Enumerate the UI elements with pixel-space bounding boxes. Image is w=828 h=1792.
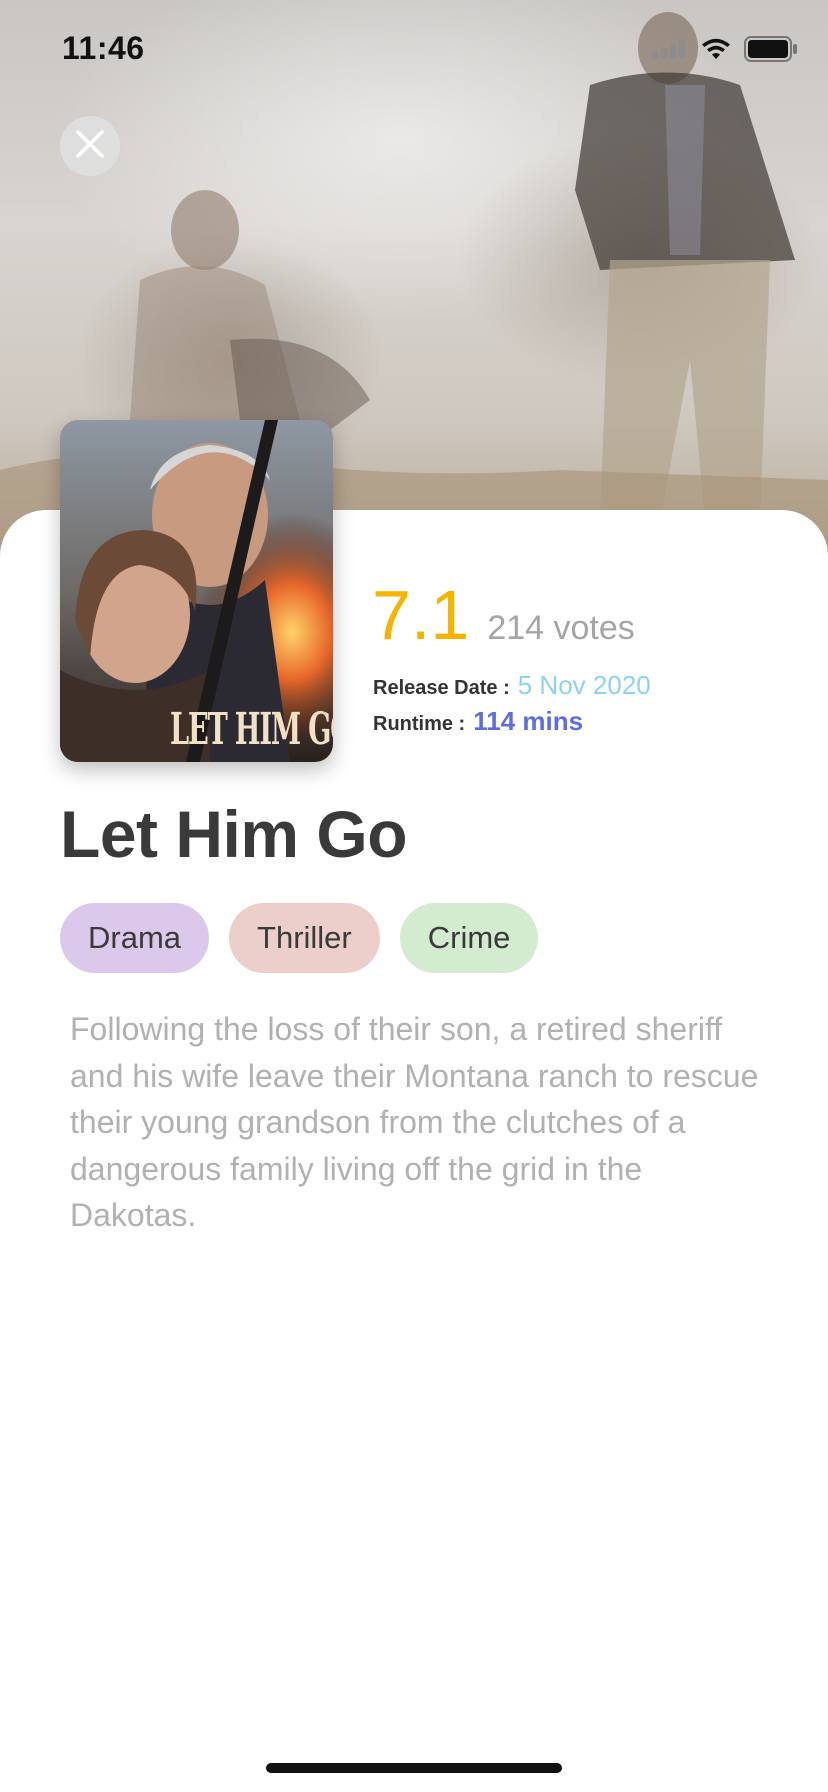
runtime-value: 114 mins bbox=[473, 706, 584, 736]
genre-chip-thriller[interactable]: Thriller bbox=[229, 903, 380, 973]
close-icon bbox=[75, 129, 105, 163]
release-date-label: Release Date : bbox=[373, 677, 510, 699]
vote-count: 214 votes bbox=[487, 609, 635, 647]
release-date-value: 5 Nov 2020 bbox=[517, 670, 651, 700]
cellular-signal-icon bbox=[652, 39, 688, 63]
rating-score: 7.1 bbox=[372, 576, 470, 654]
poster-title: LET HIM GO bbox=[170, 704, 333, 755]
rating-row: 7.1 214 votes bbox=[372, 580, 635, 650]
movie-poster: LET HIM GO bbox=[60, 420, 333, 762]
battery-icon bbox=[744, 36, 798, 66]
close-button[interactable] bbox=[60, 116, 120, 176]
wifi-icon bbox=[700, 37, 732, 65]
status-icons bbox=[652, 36, 798, 66]
status-time: 11:46 bbox=[62, 30, 145, 66]
movie-overview: Following the loss of their son, a retir… bbox=[70, 1011, 759, 1233]
home-indicator[interactable] bbox=[266, 1763, 562, 1773]
runtime-label: Runtime : bbox=[373, 713, 466, 735]
genre-chip-drama[interactable]: Drama bbox=[60, 903, 210, 973]
movie-title: Let Him Go bbox=[60, 797, 408, 871]
status-bar: 11:46 bbox=[0, 0, 828, 100]
release-date-row: Release Date : 5 Nov 2020 bbox=[373, 670, 651, 701]
genre-list: Drama Thriller Crime bbox=[60, 903, 539, 973]
runtime-row: Runtime : 114 mins bbox=[373, 706, 583, 737]
genre-chip-crime[interactable]: Crime bbox=[399, 903, 539, 973]
